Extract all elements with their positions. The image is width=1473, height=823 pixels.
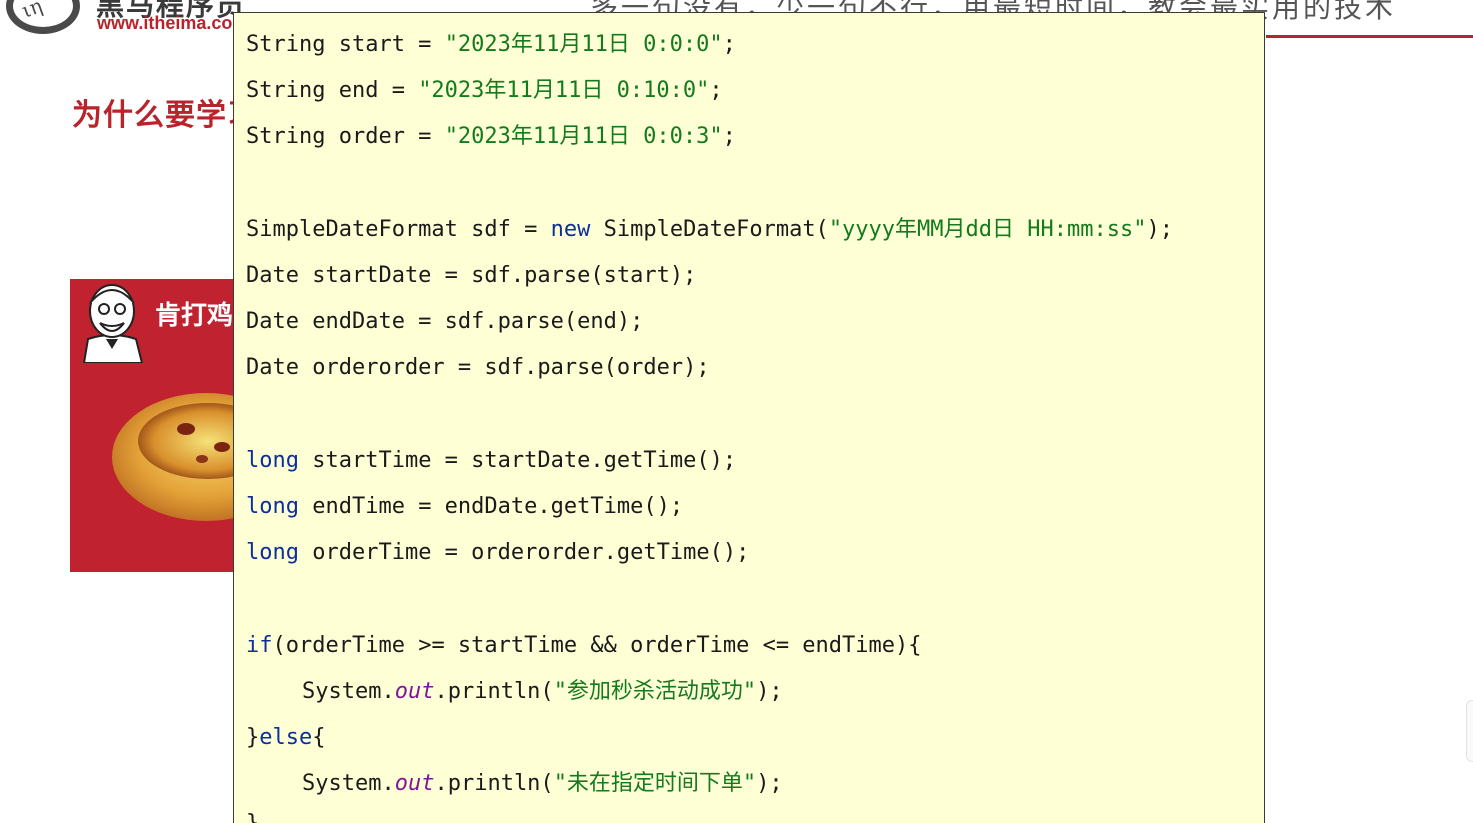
code-keyword: else <box>259 725 313 750</box>
code-text: System. <box>302 679 395 704</box>
code-line: Date orderorder = sdf.parse(order); <box>246 353 710 383</box>
code-line: Date startDate = sdf.parse(start); <box>246 261 696 291</box>
code-text: } <box>246 811 259 823</box>
code-string: "未在指定时间下单" <box>553 771 757 796</box>
code-text: String end = <box>246 78 419 103</box>
brand-url: www.itheima.com <box>97 13 249 33</box>
header-divider <box>1266 35 1473 38</box>
code-line: String order = "2023年11月11日 0:0:3"; <box>246 122 736 152</box>
code-line: String end = "2023年11月11日 0:10:0"; <box>246 76 723 106</box>
code-static-field: out <box>394 679 435 704</box>
code-line: long endTime = endDate.getTime(); <box>246 492 683 522</box>
code-text: } <box>246 725 260 750</box>
code-line: SimpleDateFormat sdf = new SimpleDateFor… <box>246 215 1173 245</box>
code-string: "参加秒杀活动成功" <box>553 679 757 704</box>
code-text: SimpleDateFormat( <box>590 217 829 242</box>
scroll-edge <box>1466 700 1473 762</box>
code-keyword: long <box>246 540 299 565</box>
code-text: ); <box>756 679 783 704</box>
code-string: "2023年11月11日 0:0:0" <box>444 32 723 57</box>
code-line: }else{ <box>246 723 325 753</box>
logo-icon <box>6 0 80 34</box>
code-text: .println( <box>434 771 554 796</box>
code-text: .println( <box>434 679 554 704</box>
code-text: endTime = endDate.getTime(); <box>298 494 684 519</box>
kfc-mascot-icon <box>74 279 150 363</box>
code-static-field: out <box>394 771 435 796</box>
slide-canvas: ιη 黑马程序员 www.itheima.com 多一句没有，少一句不行，用最短… <box>0 0 1473 823</box>
code-line: System.out.println("参加秒杀活动成功"); <box>302 677 783 707</box>
code-keyword: if <box>246 633 273 658</box>
code-text: ); <box>756 771 783 796</box>
code-line: System.out.println("未在指定时间下单"); <box>302 769 783 799</box>
code-text: ; <box>709 78 723 103</box>
code-text: Date endDate = sdf.parse(end); <box>246 309 644 334</box>
code-text: Date orderorder = sdf.parse(order); <box>246 355 710 380</box>
code-line: Date endDate = sdf.parse(end); <box>246 307 643 337</box>
code-string: "2023年11月11日 0:0:3" <box>444 124 723 149</box>
section-title: 为什么要学习 <box>72 98 258 133</box>
code-text: String order = <box>246 124 445 149</box>
egg-tart-image <box>112 393 250 521</box>
code-line: } <box>246 809 259 823</box>
code-text: Date startDate = sdf.parse(start); <box>246 263 697 288</box>
code-text: ; <box>722 124 736 149</box>
code-text: { <box>312 725 326 750</box>
code-text: ; <box>722 32 736 57</box>
code-text: SimpleDateFormat sdf = <box>246 217 551 242</box>
code-text: ); <box>1146 217 1173 242</box>
code-keyword: long <box>246 494 299 519</box>
code-text: String start = <box>246 32 445 57</box>
promo-image: 肯打鸡 <box>70 279 250 572</box>
code-panel: String start = "2023年11月11日 0:0:0"; Stri… <box>233 12 1265 823</box>
code-string: "yyyy年MM月dd日 HH:mm:ss" <box>828 217 1147 242</box>
code-keyword: long <box>246 448 299 473</box>
code-string: "2023年11月11日 0:10:0" <box>418 78 710 103</box>
code-text: startTime = startDate.getTime(); <box>298 448 737 473</box>
code-line: if(orderTime >= startTime && orderTime <… <box>246 631 922 661</box>
promo-text: 肯打鸡 <box>155 301 234 331</box>
code-line: long startTime = startDate.getTime(); <box>246 446 736 476</box>
code-text: System. <box>302 771 395 796</box>
code-line: String start = "2023年11月11日 0:0:0"; <box>246 30 736 60</box>
code-text: orderTime = orderorder.getTime(); <box>298 540 750 565</box>
code-line: long orderTime = orderorder.getTime(); <box>246 538 749 568</box>
code-keyword: new <box>550 217 591 242</box>
code-text: (orderTime >= startTime && orderTime <= … <box>272 633 922 658</box>
